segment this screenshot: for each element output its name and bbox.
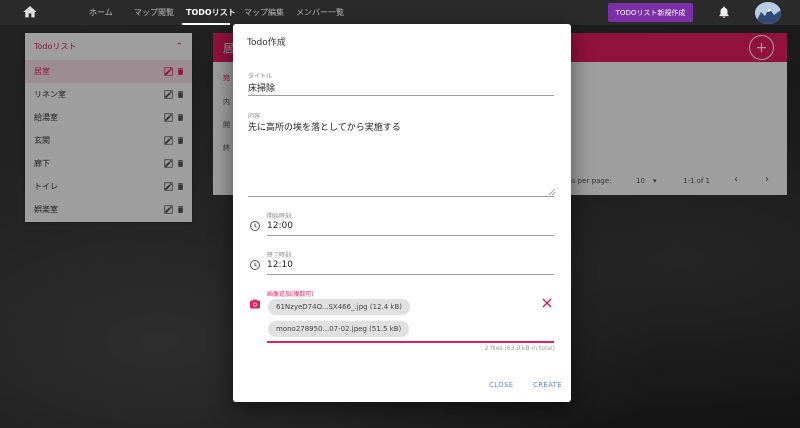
end-time-underline xyxy=(267,274,554,275)
resize-handle-icon[interactable] xyxy=(549,189,555,195)
clock-icon xyxy=(250,221,260,231)
content-field-label: 内容 xyxy=(248,113,261,120)
create-button[interactable]: CREATE xyxy=(533,381,562,389)
image-upload-underline xyxy=(267,341,554,343)
file-chip[interactable]: 61NzyeD74O...SX466_.jpg (12.4 kB) xyxy=(268,299,410,315)
title-field[interactable]: 床掃除 xyxy=(248,81,275,94)
image-upload-label: 画像追加(複数可) xyxy=(267,291,314,298)
files-total: 2 files (63.9 kB in total) xyxy=(484,345,555,352)
file-chip[interactable]: mono278950...07-02.jpeg (51.5 kB) xyxy=(268,321,410,337)
start-time-underline xyxy=(267,235,554,236)
todo-create-dialog: Todo作成 タイトル 床掃除 内容 先に高所の埃を落としてから実施する 開始時… xyxy=(233,24,571,402)
content-textarea[interactable]: 先に高所の埃を落としてから実施する xyxy=(248,120,401,133)
dialog-title: Todo作成 xyxy=(247,38,286,48)
title-field-label: タイトル xyxy=(248,73,273,80)
content-field-underline xyxy=(248,196,554,197)
start-time-label: 開始時刻 xyxy=(267,213,292,220)
close-button[interactable]: CLOSE xyxy=(489,381,513,389)
start-time-field[interactable]: 12:00 xyxy=(267,221,293,231)
end-time-field[interactable]: 12:10 xyxy=(267,260,293,270)
clock-icon xyxy=(250,260,260,270)
end-time-label: 終了時刻 xyxy=(267,252,292,259)
clear-files-icon[interactable] xyxy=(542,298,552,308)
camera-icon[interactable] xyxy=(249,298,261,310)
title-field-underline xyxy=(248,95,554,96)
